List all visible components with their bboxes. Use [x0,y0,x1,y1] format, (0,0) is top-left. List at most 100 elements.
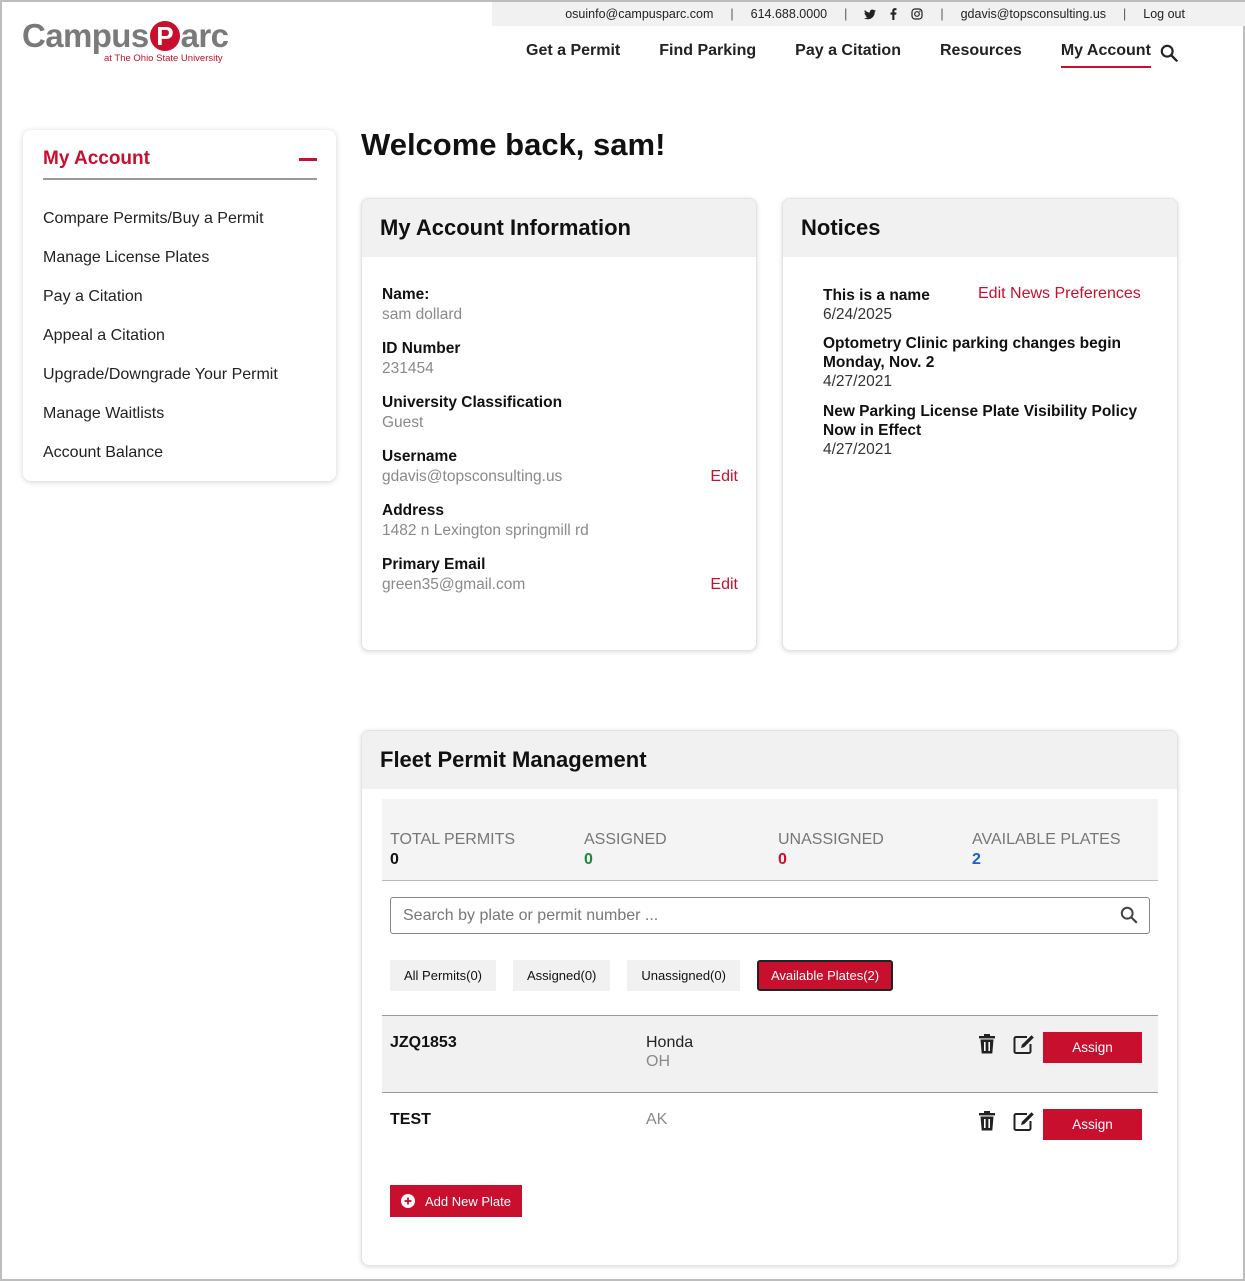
stat-label: ASSIGNED [584,831,667,848]
field-value: green35@gmail.com [382,576,526,593]
stat-assigned: ASSIGNED 0 [584,831,667,869]
main-nav: Get a Permit Find Parking Pay a Citation… [526,42,1190,68]
contact-email-link[interactable]: osuinfo@campusparc.com [565,7,713,21]
field-label: University Classification [382,394,563,411]
stat-value: 0 [584,851,593,868]
field-id-number: ID Number 231454 [382,340,738,378]
nav-resources[interactable]: Resources [940,42,1022,68]
stat-value: 0 [390,851,399,868]
field-value: sam dollard [382,306,463,323]
stat-value: 0 [778,851,787,868]
separator: | [730,7,734,21]
stat-unassigned: UNASSIGNED 0 [778,831,884,869]
notice-item[interactable]: New Parking License Plate Visibility Pol… [823,402,1143,459]
campusparc-logo[interactable]: Campus Parc at The Ohio State University [22,16,229,64]
field-label: ID Number [382,340,461,357]
assign-button[interactable]: Assign [1043,1032,1142,1063]
notice-item[interactable]: This is a name 6/24/2025 [823,286,1143,324]
sidebar-item-pay-a-citation[interactable]: Pay a Citation [43,288,278,327]
field-value: 231454 [382,360,434,377]
field-label: Primary Email [382,556,486,573]
nav-pay-a-citation[interactable]: Pay a Citation [795,42,901,68]
fleet-title: Fleet Permit Management [362,731,1177,789]
add-new-plate-button[interactable]: Add New Plate [390,1185,522,1217]
nav-get-a-permit[interactable]: Get a Permit [526,42,620,68]
notice-title: This is a name [823,287,930,304]
fleet-permit-card: Fleet Permit Management TOTAL PERMITS 0 … [361,730,1178,1266]
notice-date: 6/24/2025 [823,306,892,323]
collapse-minus-icon[interactable] [299,158,317,161]
contact-phone-link[interactable]: 614.688.0000 [751,7,827,21]
assign-button[interactable]: Assign [1043,1109,1142,1140]
field-label: Username [382,448,457,465]
notice-title: Optometry Clinic parking changes begin M… [823,335,1121,371]
sidebar-item-manage-license-plates[interactable]: Manage License Plates [43,249,278,288]
sidebar-item-compare-permits[interactable]: Compare Permits/Buy a Permit [43,210,278,249]
notice-title: New Parking License Plate Visibility Pol… [823,403,1138,439]
sidebar-item-account-balance[interactable]: Account Balance [43,444,278,483]
separator: | [940,7,944,21]
facebook-icon[interactable] [890,8,897,20]
notice-date: 4/27/2021 [823,441,892,458]
stat-value: 2 [972,851,981,868]
add-new-plate-label: Add New Plate [425,1193,511,1209]
separator: | [844,7,848,21]
plate-make: Honda [646,1034,694,1051]
field-label: Name: [382,286,430,303]
page-frame: osuinfo@campusparc.com | 614.688.0000 | … [0,0,1245,1281]
nav-find-parking[interactable]: Find Parking [659,42,756,68]
filter-tabs: All Permits(0) Assigned(0) Unassigned(0)… [390,960,910,991]
trash-icon[interactable] [978,1034,996,1059]
separator: | [1123,7,1127,21]
table-row: TEST AK Assign [382,1093,1158,1165]
logout-link[interactable]: Log out [1143,7,1185,21]
page-title: Welcome back, sam! [361,127,666,162]
plate-number: TEST [390,1111,431,1128]
utility-bar: osuinfo@campusparc.com | 614.688.0000 | … [492,2,1245,26]
edit-icon[interactable] [1013,1111,1035,1136]
plate-state: AK [646,1111,668,1128]
social-links [864,8,923,20]
field-address: Address 1482 n Lexington springmill rd [382,502,738,540]
search-icon[interactable] [1160,44,1178,67]
stat-available-plates: AVAILABLE PLATES 2 [972,831,1121,869]
field-label: Address [382,502,445,519]
field-username: Username gdavis@topsconsulting.us Edit [382,448,738,486]
nav-my-account[interactable]: My Account [1060,42,1151,68]
field-value: gdavis@topsconsulting.us [382,468,563,485]
filter-assigned[interactable]: Assigned(0) [513,960,611,991]
account-info-title: My Account Information [362,199,756,257]
sidebar: My Account Compare Permits/Buy a Permit … [23,130,336,481]
logo-arc: arc [180,17,229,54]
current-user-label: gdavis@topsconsulting.us [960,7,1107,21]
sidebar-item-upgrade-downgrade[interactable]: Upgrade/Downgrade Your Permit [43,366,278,405]
account-info-card: My Account Information Name: sam dollard… [361,198,757,651]
sidebar-item-manage-waitlists[interactable]: Manage Waitlists [43,405,278,444]
edit-username-link[interactable]: Edit [710,468,738,486]
logo-p-circle: P [149,21,180,51]
notice-item[interactable]: Optometry Clinic parking changes begin M… [823,334,1143,391]
plate-search-input[interactable] [390,897,1150,934]
table-row: JZQ1853 Honda OH Assign [382,1015,1158,1093]
sidebar-item-appeal-a-citation[interactable]: Appeal a Citation [43,327,278,366]
plate-state: OH [646,1053,670,1070]
logo-subtitle: at The Ohio State University [104,53,223,64]
stat-label: UNASSIGNED [778,831,884,848]
instagram-icon[interactable] [911,8,923,20]
logo-campus: Campus [22,17,149,54]
edit-email-link[interactable]: Edit [710,576,738,594]
field-primary-email: Primary Email green35@gmail.com Edit [382,556,738,594]
stat-label: AVAILABLE PLATES [972,831,1121,848]
field-value: Guest [382,414,424,431]
search-icon[interactable] [1120,906,1138,929]
logo-wordmark: Campus Parc [22,16,229,56]
plate-number: JZQ1853 [390,1034,457,1051]
twitter-icon[interactable] [864,8,877,20]
plus-circle-icon [401,1194,415,1208]
filter-unassigned[interactable]: Unassigned(0) [627,960,740,991]
filter-available-plates[interactable]: Available Plates(2) [756,960,894,991]
trash-icon[interactable] [978,1111,996,1136]
filter-all-permits[interactable]: All Permits(0) [390,960,497,991]
edit-icon[interactable] [1013,1034,1035,1059]
notice-date: 4/27/2021 [823,373,892,390]
